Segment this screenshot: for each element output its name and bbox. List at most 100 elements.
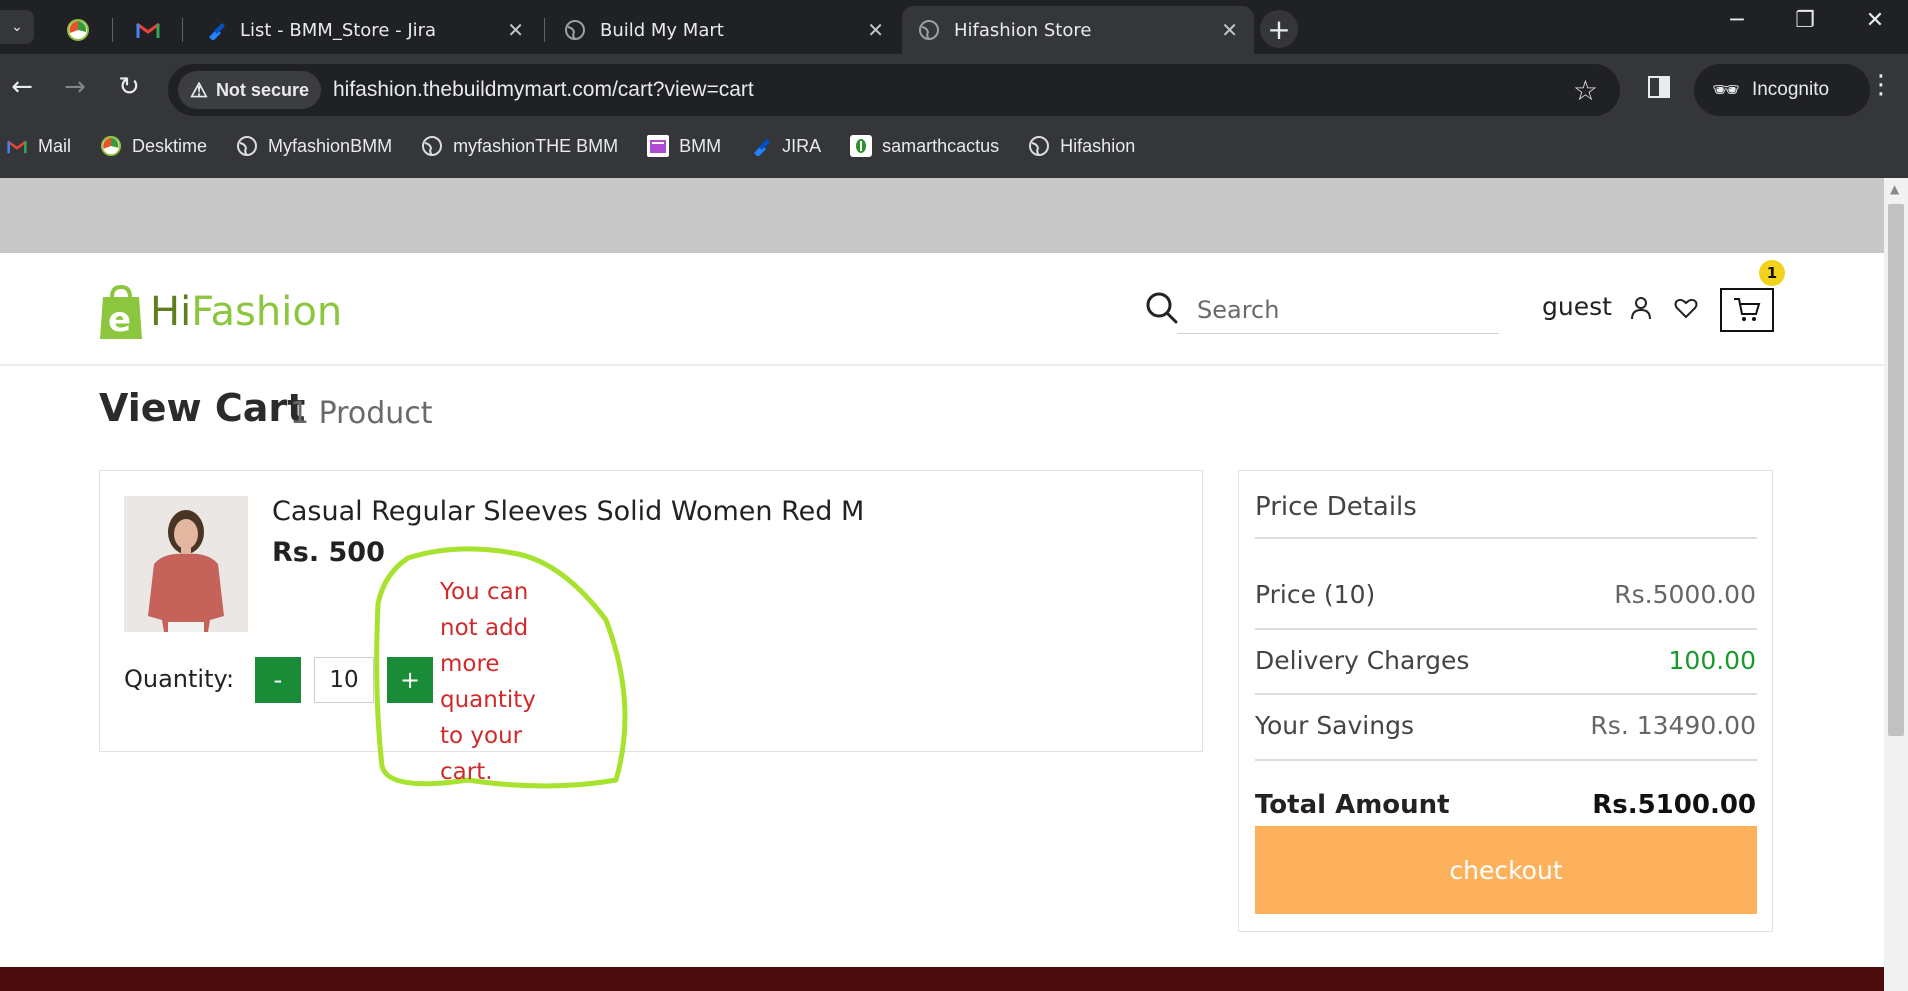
security-chip[interactable]: ⚠ Not secure (178, 71, 321, 109)
globe-icon (421, 135, 443, 157)
close-icon[interactable]: ✕ (507, 18, 524, 42)
tab-title: List - BMM_Store - Jira (240, 19, 437, 41)
jira-icon (750, 135, 772, 157)
site-logo[interactable]: e HiFashion (98, 283, 342, 341)
footer (0, 967, 1884, 991)
heart-icon[interactable] (1674, 297, 1698, 319)
reload-icon[interactable]: ↻ (111, 72, 147, 102)
user-name[interactable]: guest (1542, 292, 1612, 321)
search-input[interactable] (1177, 286, 1499, 334)
quantity-input[interactable] (314, 657, 374, 703)
bookmark-label: MyfashionBMM (268, 135, 393, 156)
annotation-line: not add (440, 615, 529, 641)
tab-title: Build My Mart (600, 19, 724, 41)
bookmark-bmm[interactable]: BMM (647, 135, 721, 157)
bookmarks-bar: Mail Desktime MyfashionBMM myfashionTHE … (0, 128, 1164, 164)
savings-label: Your Savings (1255, 711, 1414, 740)
desktime-icon (100, 135, 122, 157)
scroll-up-icon[interactable]: ▲ (1890, 182, 1899, 196)
globe-icon (236, 135, 258, 157)
bookmark-star-icon[interactable]: ☆ (1573, 74, 1598, 107)
product-image[interactable] (124, 496, 248, 632)
bookmark-label: Hifashion (1060, 135, 1136, 156)
annotation-line: cart. (440, 759, 493, 785)
incognito-chip[interactable]: 🕶 Incognito (1694, 64, 1870, 116)
close-window-icon[interactable]: ✕ (1845, 8, 1905, 33)
bookmark-jira[interactable]: JIRA (750, 135, 821, 157)
cart-button[interactable] (1720, 288, 1774, 332)
incognito-label: Incognito (1751, 79, 1830, 100)
gmail-icon (136, 22, 160, 38)
bookmark-label: JIRA (782, 135, 822, 156)
savings-value: Rs. 13490.00 (1590, 711, 1756, 740)
svg-text:e: e (108, 300, 131, 340)
annotation-line: quantity (440, 687, 536, 713)
address-bar[interactable]: ⚠ Not secure hifashion.thebuildmymart.co… (168, 64, 1620, 116)
bookmark-desktime[interactable]: Desktime (100, 135, 207, 157)
tab-jira[interactable]: List - BMM_Store - Jira ✕ (190, 6, 540, 54)
tab-gmail[interactable] (120, 6, 176, 54)
divider (1255, 628, 1757, 630)
menu-kebab-icon[interactable]: ⋮ (1868, 70, 1894, 100)
jira-icon (209, 23, 225, 40)
gmail-icon (6, 135, 28, 157)
search-bar (1144, 286, 1499, 334)
bookmark-myfashionbmm[interactable]: MyfashionBMM (236, 135, 392, 157)
minimize-icon[interactable]: ─ (1707, 8, 1767, 33)
quantity-decrease-button[interactable]: - (255, 657, 301, 703)
bookmark-label: myfashionTHE BMM (453, 135, 619, 156)
incognito-icon: 🕶 (1712, 77, 1740, 102)
page-title: View Cart (99, 386, 306, 430)
total-amount-label: Total Amount (1255, 790, 1450, 820)
tab-desktime[interactable] (50, 6, 106, 54)
tab-hifashion-store[interactable]: Hifashion Store ✕ (902, 6, 1254, 54)
annotation-line: You can (440, 579, 529, 605)
tab-separator (182, 18, 183, 42)
url-text[interactable]: hifashion.thebuildmymart.com/cart?view=c… (333, 78, 1573, 102)
annotation-note: You can not add more quantity to your ca… (440, 574, 580, 790)
side-panel-icon[interactable] (1648, 76, 1670, 98)
bookmark-hifashion[interactable]: Hifashion (1028, 135, 1135, 157)
logo-text-fashion: Fashion (191, 289, 343, 335)
delivery-charges-value: 100.00 (1668, 646, 1756, 675)
price-value: Rs.5000.00 (1614, 580, 1756, 609)
price-details-title: Price Details (1255, 492, 1417, 522)
annotation-line: more (440, 651, 500, 677)
globe-icon (565, 20, 585, 40)
globe-icon (1028, 135, 1050, 157)
restore-icon[interactable]: ❐ (1775, 8, 1835, 33)
bookmark-label: samarthcactus (882, 135, 1000, 156)
globe-icon (919, 20, 939, 40)
bookmark-mail[interactable]: Mail (6, 135, 71, 157)
chevron-down-icon: ⌄ (11, 19, 23, 35)
scrollbar-thumb[interactable] (1888, 204, 1904, 736)
tab-separator (544, 18, 545, 42)
new-tab-button[interactable]: + (1260, 10, 1298, 48)
bookmark-label: BMM (679, 135, 722, 156)
tab-build-my-mart[interactable]: Build My Mart ✕ (548, 6, 900, 54)
tab-search-button[interactable]: ⌄ (0, 10, 34, 44)
bookmark-samarthcactus[interactable]: samarthcactus (850, 135, 999, 157)
tab-separator (112, 18, 113, 42)
bookmark-label: Desktime (132, 135, 208, 156)
divider (1255, 693, 1757, 695)
product-name[interactable]: Casual Regular Sleeves Solid Women Red M (272, 496, 864, 527)
user-icon[interactable] (1630, 296, 1652, 320)
top-banner (0, 178, 1884, 253)
logo-text-hi: Hi (150, 289, 192, 335)
cart-icon (1734, 298, 1761, 321)
forward-icon[interactable]: → (57, 72, 93, 102)
divider (1255, 537, 1757, 539)
checkout-button[interactable]: checkout (1255, 826, 1757, 914)
close-icon[interactable]: ✕ (867, 18, 884, 42)
total-amount-value: Rs.5100.00 (1592, 790, 1756, 820)
divider (1255, 759, 1757, 761)
back-icon[interactable]: ← (4, 72, 40, 102)
bmm-icon (647, 135, 670, 157)
bookmark-myfashion-the-bmm[interactable]: myfashionTHE BMM (421, 135, 618, 157)
delivery-charges-label: Delivery Charges (1255, 646, 1470, 675)
price-label: Price (10) (1255, 580, 1376, 609)
search-icon[interactable] (1144, 290, 1180, 326)
product-count: 1 Product (290, 396, 433, 431)
close-icon[interactable]: ✕ (1221, 18, 1238, 42)
